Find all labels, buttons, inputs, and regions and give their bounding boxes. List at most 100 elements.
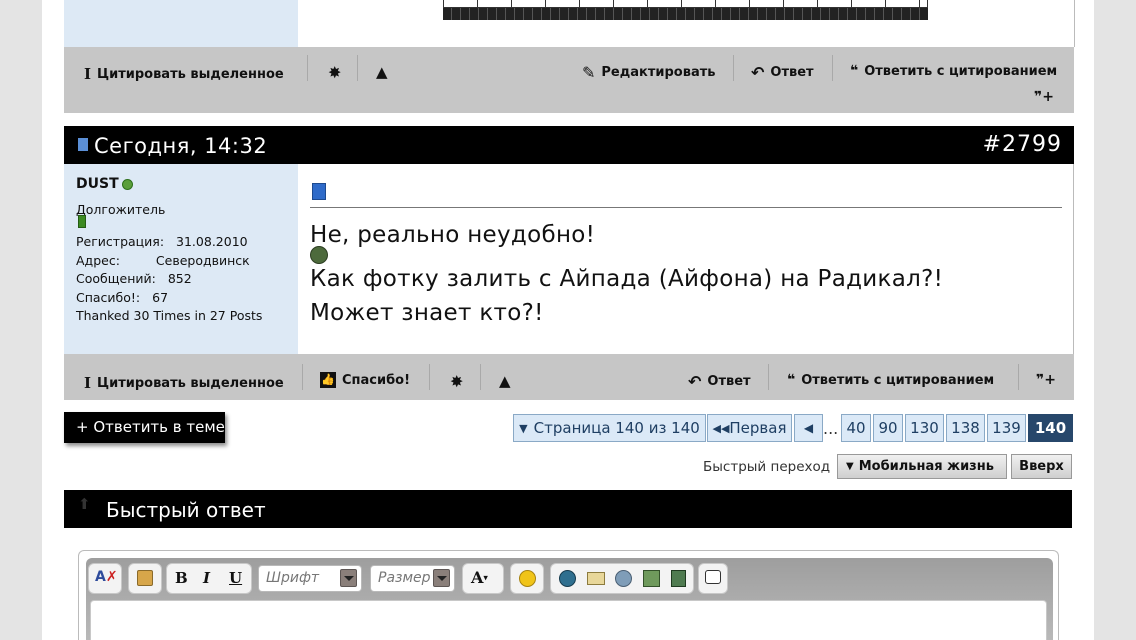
- reply-thread-button[interactable]: + Ответить в теме: [64, 412, 225, 443]
- page-139-button[interactable]: 139: [987, 414, 1026, 442]
- back-to-top-button[interactable]: Вверх: [1011, 454, 1072, 479]
- multiquote-plus-icon: ❞+: [1034, 89, 1054, 105]
- dropdown-arrow-icon: ▼: [846, 461, 854, 472]
- post-body: Не, реально неудобно! Как фотку залить с…: [298, 164, 1074, 354]
- post-header: Сегодня, 14:32 #2799: [64, 126, 1074, 164]
- post-icon: [312, 183, 326, 200]
- message-textarea[interactable]: [90, 600, 1047, 640]
- separator: [302, 364, 303, 390]
- thanks-button[interactable]: 👍 Спасибо!: [320, 372, 410, 388]
- prev-post-toolbar: I Цитировать выделенное ✸ ▲ ✎ Редактиров…: [64, 47, 1074, 113]
- link-icon[interactable]: [559, 570, 576, 587]
- page-selector[interactable]: ▼ Страница 140 из 140: [513, 414, 706, 442]
- edit-button[interactable]: ✎ Редактировать: [582, 63, 715, 82]
- report-warning-button[interactable]: ▲: [499, 372, 511, 390]
- page-40-button[interactable]: 40: [841, 414, 871, 442]
- text-cursor-icon: I: [84, 374, 92, 392]
- user-rank: Долгожитель: [76, 202, 166, 217]
- quick-nav-label: Быстрый переход: [703, 459, 831, 475]
- star-icon: ✸: [450, 372, 464, 391]
- prev-post-image-strip: [443, 0, 928, 20]
- editor-group-insert: [550, 563, 694, 594]
- editor-group-switch: A✗: [88, 563, 122, 594]
- post-number[interactable]: #2799: [983, 132, 1062, 157]
- paste-icon[interactable]: [137, 570, 153, 586]
- editor-group-paste: [128, 563, 162, 594]
- editor-group-quote: [698, 563, 728, 594]
- quote-bubble-icon: ❝: [787, 372, 796, 388]
- separator: [832, 55, 833, 81]
- separator: [480, 364, 481, 390]
- italic-icon[interactable]: I: [203, 569, 210, 587]
- reply-quote-button[interactable]: ❝ Ответить с цитированием: [850, 63, 1057, 79]
- username[interactable]: DUST: [76, 176, 133, 192]
- prev-page-button[interactable]: ◀: [794, 414, 823, 442]
- page-138-button[interactable]: 138: [946, 414, 985, 442]
- separator: [733, 55, 734, 81]
- quote-icon[interactable]: [705, 570, 721, 584]
- prev-post-userpanel: [64, 0, 298, 47]
- pencil-icon: ✎: [582, 63, 596, 82]
- video-icon[interactable]: [671, 570, 686, 587]
- quote-selected-button[interactable]: I Цитировать выделенное: [84, 65, 284, 83]
- multiquote-plus-icon: ❞+: [1036, 372, 1056, 388]
- quick-reply-title: Быстрый ответ: [106, 498, 266, 522]
- dropdown-arrow-icon: [340, 569, 357, 587]
- post-userpanel: DUST Долгожитель Регистрация: 31.08.2010 …: [64, 164, 298, 354]
- underline-icon[interactable]: U: [229, 569, 242, 587]
- forum-page: I Цитировать выделенное ✸ ▲ ✎ Редактиров…: [42, 0, 1094, 640]
- editor-group-smilies: [510, 563, 544, 594]
- dropdown-arrow-icon: ▼: [519, 421, 528, 435]
- separator: [1018, 364, 1019, 390]
- post-date: Сегодня, 14:32: [94, 134, 268, 158]
- smiley-icon[interactable]: [519, 570, 536, 587]
- current-page-button[interactable]: 140: [1028, 414, 1073, 442]
- unlink-icon[interactable]: [615, 570, 632, 587]
- reply-arrow-icon: ↶: [751, 63, 765, 82]
- quote-bubble-icon: ❝: [850, 63, 859, 79]
- multiquote-button[interactable]: ❞+: [1034, 89, 1054, 105]
- editor-group-format: B I U: [166, 563, 252, 594]
- size-select[interactable]: Размер: [370, 565, 455, 592]
- post-text: Не, реально неудобно! Как фотку залить с…: [310, 222, 944, 326]
- warning-icon: ▲: [499, 372, 511, 390]
- first-page-button[interactable]: ◀◀ Первая: [707, 414, 792, 442]
- pagination-ellipsis: ...: [823, 419, 839, 438]
- text-cursor-icon: I: [84, 65, 92, 83]
- report-star-button[interactable]: ✸: [450, 372, 463, 391]
- double-left-arrow-icon: ◀◀: [712, 421, 730, 435]
- multiquote-button[interactable]: ❞+: [1036, 372, 1056, 388]
- page-90-button[interactable]: 90: [873, 414, 903, 442]
- post-title-divider: [310, 207, 1062, 208]
- separator: [307, 55, 308, 81]
- remove-format-icon[interactable]: A✗: [95, 569, 118, 585]
- page-130-button[interactable]: 130: [905, 414, 944, 442]
- bold-icon[interactable]: B: [175, 569, 188, 587]
- reply-quote-button[interactable]: ❝ Ответить с цитированием: [787, 372, 994, 388]
- reply-button[interactable]: ↶ Ответ: [751, 63, 814, 82]
- post-document-icon: [78, 138, 88, 151]
- forum-jump-select[interactable]: ▼ Мобильная жизнь: [837, 454, 1007, 479]
- separator: [768, 364, 769, 390]
- separator: [357, 55, 358, 81]
- email-icon[interactable]: [587, 572, 605, 585]
- prev-post-border: [1074, 0, 1075, 47]
- star-icon: ✸: [328, 63, 342, 82]
- user-info: Регистрация: 31.08.2010 Адрес: Северодвинс…: [76, 234, 263, 323]
- reply-arrow-icon: ↶: [688, 372, 702, 391]
- report-star-button[interactable]: ✸: [328, 63, 341, 82]
- report-warning-button[interactable]: ▲: [376, 63, 388, 81]
- font-select[interactable]: Шрифт: [258, 565, 362, 592]
- quote-selected-button[interactable]: I Цитировать выделенное: [84, 374, 284, 392]
- reputation-bar-icon: [78, 215, 86, 228]
- image-icon[interactable]: [643, 570, 660, 587]
- online-status-icon: [121, 178, 133, 190]
- left-arrow-icon: ◀: [803, 421, 814, 435]
- collapse-arrow-icon[interactable]: ⬆: [78, 495, 91, 513]
- editor-group-color: A▾: [462, 563, 504, 594]
- quick-reply-header: ⬆ Быстрый ответ: [64, 490, 1072, 528]
- separator: [429, 364, 430, 390]
- reply-button[interactable]: ↶ Ответ: [688, 372, 751, 391]
- dropdown-arrow-icon: [433, 569, 450, 587]
- text-color-icon[interactable]: A▾: [471, 568, 488, 587]
